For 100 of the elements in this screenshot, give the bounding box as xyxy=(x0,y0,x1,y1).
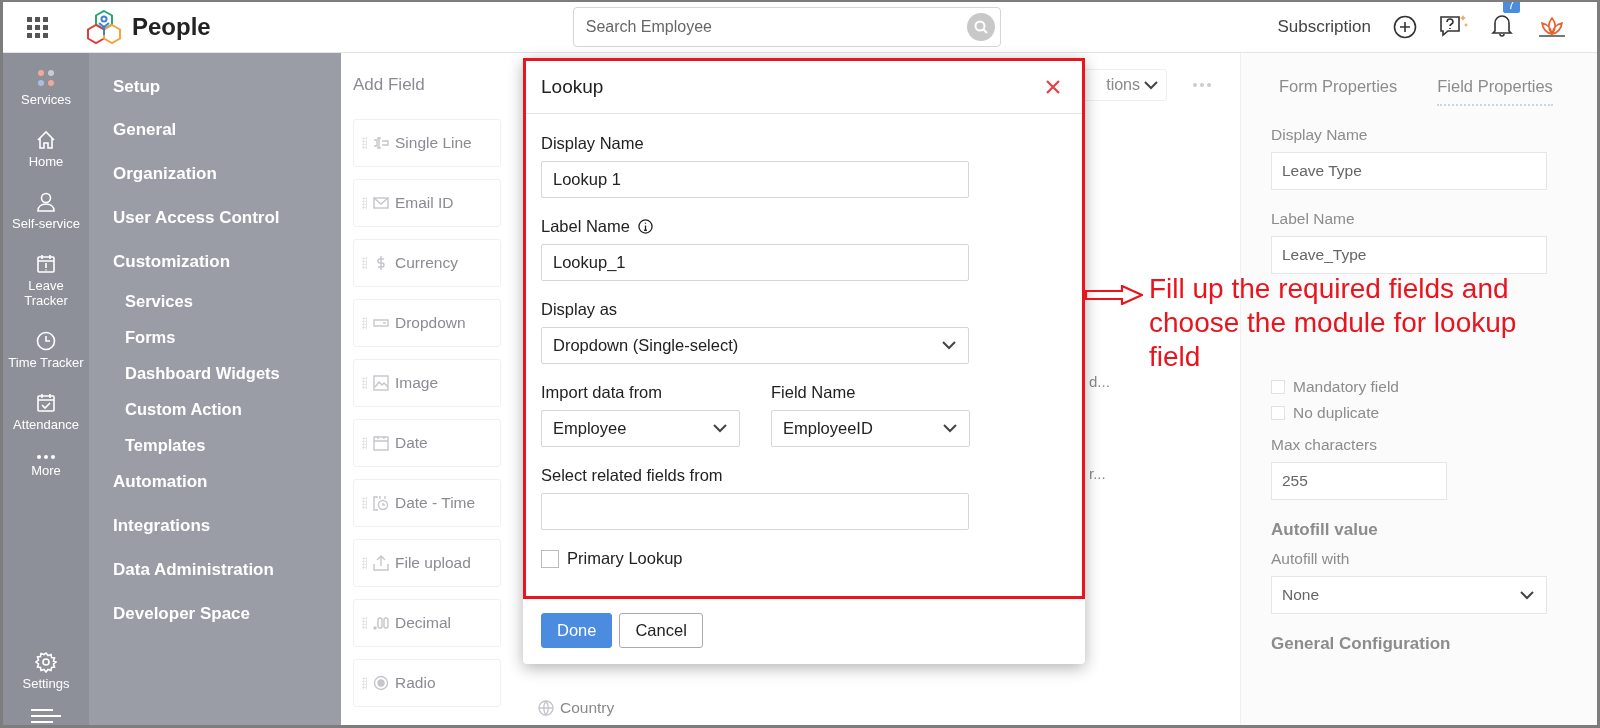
field-type-item[interactable]: File upload xyxy=(353,539,501,587)
properties-tab[interactable]: Form Properties xyxy=(1279,77,1398,106)
field-label: d... xyxy=(1089,373,1110,390)
menu-item[interactable]: Organization xyxy=(113,164,341,184)
text-field-icon xyxy=(373,135,389,151)
text-field[interactable]: Leave Type xyxy=(1271,152,1547,190)
menu-item[interactable]: User Access Control xyxy=(113,208,341,228)
text-field[interactable]: Lookup 1 xyxy=(541,161,969,198)
apps-menu-icon[interactable] xyxy=(27,16,48,38)
field-type-item[interactable]: Radio xyxy=(353,659,501,707)
dropdown-field[interactable]: Employee xyxy=(541,410,740,447)
info-icon[interactable] xyxy=(638,219,653,234)
text-field[interactable]: Leave_Type xyxy=(1271,236,1547,274)
dropdown-field[interactable]: EmployeeID xyxy=(771,410,970,447)
radio-icon xyxy=(373,675,389,691)
field-type-item[interactable]: Currency xyxy=(353,239,501,287)
menu-item[interactable]: Customization xyxy=(113,252,341,272)
checkbox-label: No duplicate xyxy=(1293,404,1380,422)
submenu-item[interactable]: Forms xyxy=(125,328,341,347)
calendar-icon xyxy=(373,435,389,451)
dropdown-field[interactable]: Dropdown (Single-select) xyxy=(541,327,969,364)
done-button[interactable]: Done xyxy=(541,613,613,648)
menu-icon[interactable] xyxy=(31,709,61,723)
menu-item[interactable]: Developer Space xyxy=(113,604,341,624)
rail-item[interactable]: Settings xyxy=(6,651,86,691)
field-type-item[interactable]: Country xyxy=(538,699,615,717)
field-label: Display as xyxy=(541,300,619,319)
menu-item[interactable]: Integrations xyxy=(113,516,341,536)
rail-item[interactable]: Attendance xyxy=(6,392,86,432)
dropdown-field[interactable]: None xyxy=(1271,576,1547,614)
menu-heading: Setup xyxy=(113,77,162,97)
image-icon xyxy=(373,375,389,391)
checkbox-label: Mandatory field xyxy=(1293,378,1399,396)
annotation-text: Fill up the required fields and choose the module for lookup field xyxy=(1149,272,1518,374)
chevron-down-icon xyxy=(1144,80,1158,90)
dialog-title: Lookup xyxy=(541,76,604,98)
field-label: Field Name xyxy=(771,383,857,402)
rail-item[interactable]: Home xyxy=(6,129,86,169)
rail-item[interactable]: Leave Tracker xyxy=(6,253,86,308)
add-icon[interactable] xyxy=(1393,15,1417,39)
clock-icon xyxy=(35,330,57,352)
panel-title: Add Field xyxy=(353,75,426,95)
field-type-item[interactable]: Date - Time xyxy=(353,479,501,527)
submenu-item[interactable]: Services xyxy=(125,292,341,311)
more-icon xyxy=(35,454,57,460)
menu-item[interactable]: Data Administration xyxy=(113,560,341,580)
text-field[interactable]: Lookup_1 xyxy=(541,244,969,281)
section-title: Autofill value xyxy=(1271,520,1379,540)
field-label: Select related fields from xyxy=(541,466,724,485)
calendar-check-icon xyxy=(35,392,57,414)
checkbox[interactable] xyxy=(1271,380,1285,394)
menu-item[interactable]: Automation xyxy=(113,472,341,492)
dots-icon xyxy=(35,67,57,89)
checkbox-label: Primary Lookup xyxy=(567,549,683,568)
field-label: r... xyxy=(1089,465,1106,482)
field-label: Display Name xyxy=(1271,126,1369,144)
settings-icon xyxy=(35,651,57,673)
rail-item[interactable]: Self-service xyxy=(6,191,86,231)
submenu-item[interactable]: Custom Action xyxy=(125,400,341,419)
rail-item[interactable]: More xyxy=(6,454,86,478)
field-label: Display Name xyxy=(541,134,645,153)
home-icon xyxy=(35,129,57,151)
cancel-button[interactable]: Cancel xyxy=(619,613,703,648)
rail-item[interactable]: Time Tracker xyxy=(6,330,86,370)
submenu-item[interactable]: Dashboard Widgets xyxy=(125,364,341,383)
chevron-down-icon xyxy=(1520,590,1534,600)
field-type-item[interactable]: Decimal xyxy=(353,599,501,647)
chevron-down-icon xyxy=(943,424,957,433)
checkbox[interactable] xyxy=(1271,406,1285,420)
field-type-item[interactable]: Dropdown xyxy=(353,299,501,347)
number-field[interactable]: 255 xyxy=(1271,462,1447,500)
field-label: Import data from xyxy=(541,383,664,402)
field-label: Label Name xyxy=(541,217,630,236)
search-field[interactable]: Search Employee xyxy=(572,7,1001,47)
upload-icon xyxy=(373,555,389,571)
multi-select-field[interactable] xyxy=(541,493,969,530)
menu-item[interactable]: General xyxy=(113,120,341,140)
field-type-item[interactable]: Date xyxy=(353,419,501,467)
chevron-down-icon xyxy=(942,341,956,350)
subscription-link[interactable]: Subscription xyxy=(1277,17,1371,37)
person-icon xyxy=(35,191,57,213)
calendar-clock-icon xyxy=(373,495,389,511)
decimal-icon xyxy=(373,615,389,631)
globe-icon xyxy=(538,700,554,716)
field-label: Autofill with xyxy=(1271,550,1351,568)
field-label: Label Name xyxy=(1271,210,1356,228)
checkbox[interactable] xyxy=(541,549,559,568)
field-type-item[interactable]: Email ID xyxy=(353,179,501,227)
close-button[interactable] xyxy=(1046,80,1060,94)
app-name: People xyxy=(132,13,211,41)
chevron-down-icon xyxy=(713,424,727,433)
bell-icon[interactable] xyxy=(1491,13,1513,37)
rail-item[interactable]: Services xyxy=(6,67,86,107)
calendar-icon xyxy=(35,253,57,275)
field-type-item[interactable]: Image xyxy=(353,359,501,407)
properties-tab[interactable]: Field Properties xyxy=(1437,77,1553,106)
field-type-item[interactable]: Single Line xyxy=(353,119,501,167)
envelope-icon xyxy=(373,195,389,211)
logo-icon xyxy=(86,9,122,45)
submenu-item[interactable]: Templates xyxy=(125,436,341,455)
